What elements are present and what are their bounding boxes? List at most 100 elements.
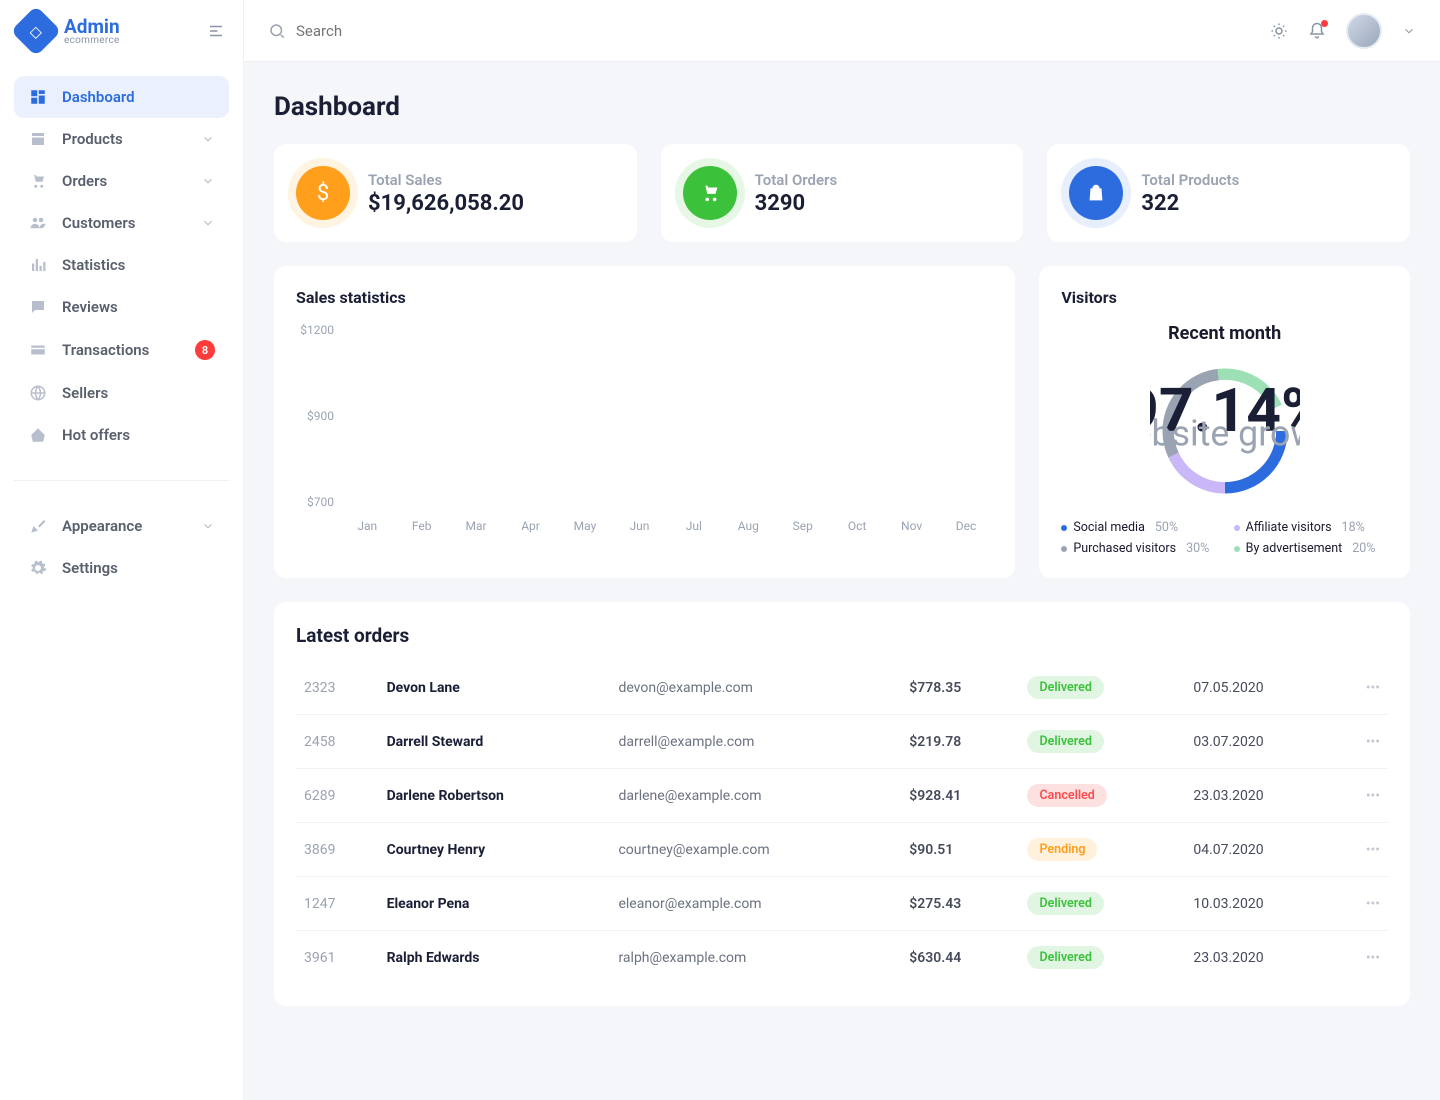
row-more-button[interactable]: ••• — [1335, 877, 1388, 931]
sellers-icon — [28, 384, 48, 402]
visitors-title: Visitors — [1061, 288, 1388, 307]
order-id: 2458 — [296, 715, 379, 769]
visitors-subtitle: Recent month — [1061, 323, 1388, 344]
order-amount: $90.51 — [901, 823, 1019, 877]
table-row[interactable]: 1247Eleanor Penaeleanor@example.com$275.… — [296, 877, 1388, 931]
order-amount: $630.44 — [901, 931, 1019, 985]
sidebar-item-customers[interactable]: Customers — [14, 202, 229, 244]
sidebar-item-statistics[interactable]: Statistics — [14, 244, 229, 286]
search-icon — [268, 22, 286, 40]
sidebar-item-label: Dashboard — [62, 88, 135, 106]
profile-menu-toggle[interactable] — [1402, 24, 1416, 38]
table-row[interactable]: 2458Darrell Stewarddarrell@example.com$2… — [296, 715, 1388, 769]
brand-title: Admin — [64, 17, 120, 36]
legend-item: Purchased visitors30% — [1061, 541, 1215, 556]
x-tick: Jan — [340, 519, 394, 533]
order-date: 23.03.2020 — [1185, 931, 1335, 985]
order-status: Delivered — [1019, 931, 1185, 985]
order-status: Delivered — [1019, 877, 1185, 931]
x-tick: Apr — [503, 519, 557, 533]
products-icon — [28, 130, 48, 148]
chevron-down-icon — [1402, 24, 1416, 38]
sidebar-item-label: Hot offers — [62, 426, 130, 444]
row-more-button[interactable]: ••• — [1335, 715, 1388, 769]
y-tick: $1200 — [296, 323, 334, 337]
sidebar-item-label: Sellers — [62, 384, 108, 402]
x-tick: Jul — [667, 519, 721, 533]
row-more-button[interactable]: ••• — [1335, 769, 1388, 823]
legend-label: By advertisement — [1246, 541, 1343, 556]
statistics-icon — [28, 256, 48, 274]
cart-icon — [683, 166, 737, 220]
sidebar-item-orders[interactable]: Orders — [14, 160, 229, 202]
row-more-button[interactable]: ••• — [1335, 661, 1388, 715]
page-title: Dashboard — [274, 92, 1410, 122]
chevron-down-icon — [201, 519, 215, 533]
legend-swatch-icon — [1234, 546, 1240, 552]
dashboard-icon — [28, 88, 48, 106]
order-name: Eleanor Pena — [379, 877, 611, 931]
sidebar: ◇ Admin ecommerce DashboardProductsOrder… — [0, 0, 244, 1100]
sidebar-item-reviews[interactable]: Reviews — [14, 286, 229, 328]
sidebar-item-hotoffers[interactable]: Hot offers — [14, 414, 229, 456]
sidebar-item-appearance[interactable]: Appearance — [14, 505, 229, 547]
order-date: 03.07.2020 — [1185, 715, 1335, 769]
order-status: Cancelled — [1019, 769, 1185, 823]
reviews-icon — [28, 298, 48, 316]
legend-item: By advertisement 20% — [1234, 541, 1388, 556]
search-input[interactable] — [296, 22, 536, 40]
theme-toggle-button[interactable] — [1270, 22, 1288, 40]
legend-pct: 20% — [1352, 541, 1375, 556]
x-tick: Oct — [830, 519, 884, 533]
order-id: 3961 — [296, 931, 379, 985]
order-id: 3869 — [296, 823, 379, 877]
card-total-sales: $ Total Sales$19,626,058.20 — [274, 144, 637, 242]
visitors-donut-chart: 97.14% Website growth — [1061, 356, 1388, 506]
order-email: darrell@example.com — [610, 715, 901, 769]
x-tick: Dec — [939, 519, 993, 533]
notifications-button[interactable] — [1308, 22, 1326, 40]
x-tick: May — [558, 519, 612, 533]
table-row[interactable]: 6289Darlene Robertsondarlene@example.com… — [296, 769, 1388, 823]
row-more-button[interactable]: ••• — [1335, 823, 1388, 877]
orders-table: 2323Devon Lanedevon@example.com$778.35De… — [296, 661, 1388, 984]
x-tick: Feb — [394, 519, 448, 533]
orders-title: Latest orders — [296, 624, 1388, 647]
legend-swatch-icon — [1061, 525, 1067, 531]
sidebar-item-label: Reviews — [62, 298, 118, 316]
brand-subtitle: ecommerce — [64, 36, 120, 46]
latest-orders-panel: Latest orders 2323Devon Lanedevon@exampl… — [274, 602, 1410, 1006]
sidebar-item-dashboard[interactable]: Dashboard — [14, 76, 229, 118]
sidebar-item-transactions[interactable]: Transactions8 — [14, 328, 229, 372]
x-tick: Mar — [449, 519, 503, 533]
order-email: courtney@example.com — [610, 823, 901, 877]
sidebar-collapse-button[interactable] — [207, 22, 225, 40]
sidebar-item-label: Products — [62, 130, 123, 148]
table-row[interactable]: 2323Devon Lanedevon@example.com$778.35De… — [296, 661, 1388, 715]
legend-label: Affiliate visitors — [1246, 520, 1332, 535]
avatar[interactable] — [1346, 13, 1382, 49]
sidebar-item-products[interactable]: Products — [14, 118, 229, 160]
donut-center-label: Website growth — [1150, 412, 1300, 454]
order-name: Ralph Edwards — [379, 931, 611, 985]
sales-chart: $1200$900$700 JanFebMarAprMayJunJulAugSe… — [296, 323, 993, 533]
legend-label: Purchased visitors — [1073, 541, 1176, 556]
sidebar-item-settings[interactable]: Settings — [14, 547, 229, 589]
legend-swatch-icon — [1061, 546, 1067, 552]
card-label: Total Products — [1141, 171, 1239, 189]
sidebar-item-sellers[interactable]: Sellers — [14, 372, 229, 414]
table-row[interactable]: 3869Courtney Henrycourtney@example.com$9… — [296, 823, 1388, 877]
x-tick: Sep — [776, 519, 830, 533]
bag-icon — [1069, 166, 1123, 220]
badge: 8 — [195, 340, 215, 360]
appearance-icon — [28, 517, 48, 535]
table-row[interactable]: 3961Ralph Edwardsralph@example.com$630.4… — [296, 931, 1388, 985]
order-amount: $928.41 — [901, 769, 1019, 823]
x-tick: Nov — [884, 519, 938, 533]
orders-icon — [28, 172, 48, 190]
order-amount: $219.78 — [901, 715, 1019, 769]
order-id: 1247 — [296, 877, 379, 931]
order-status: Delivered — [1019, 661, 1185, 715]
row-more-button[interactable]: ••• — [1335, 931, 1388, 985]
order-name: Darlene Robertson — [379, 769, 611, 823]
